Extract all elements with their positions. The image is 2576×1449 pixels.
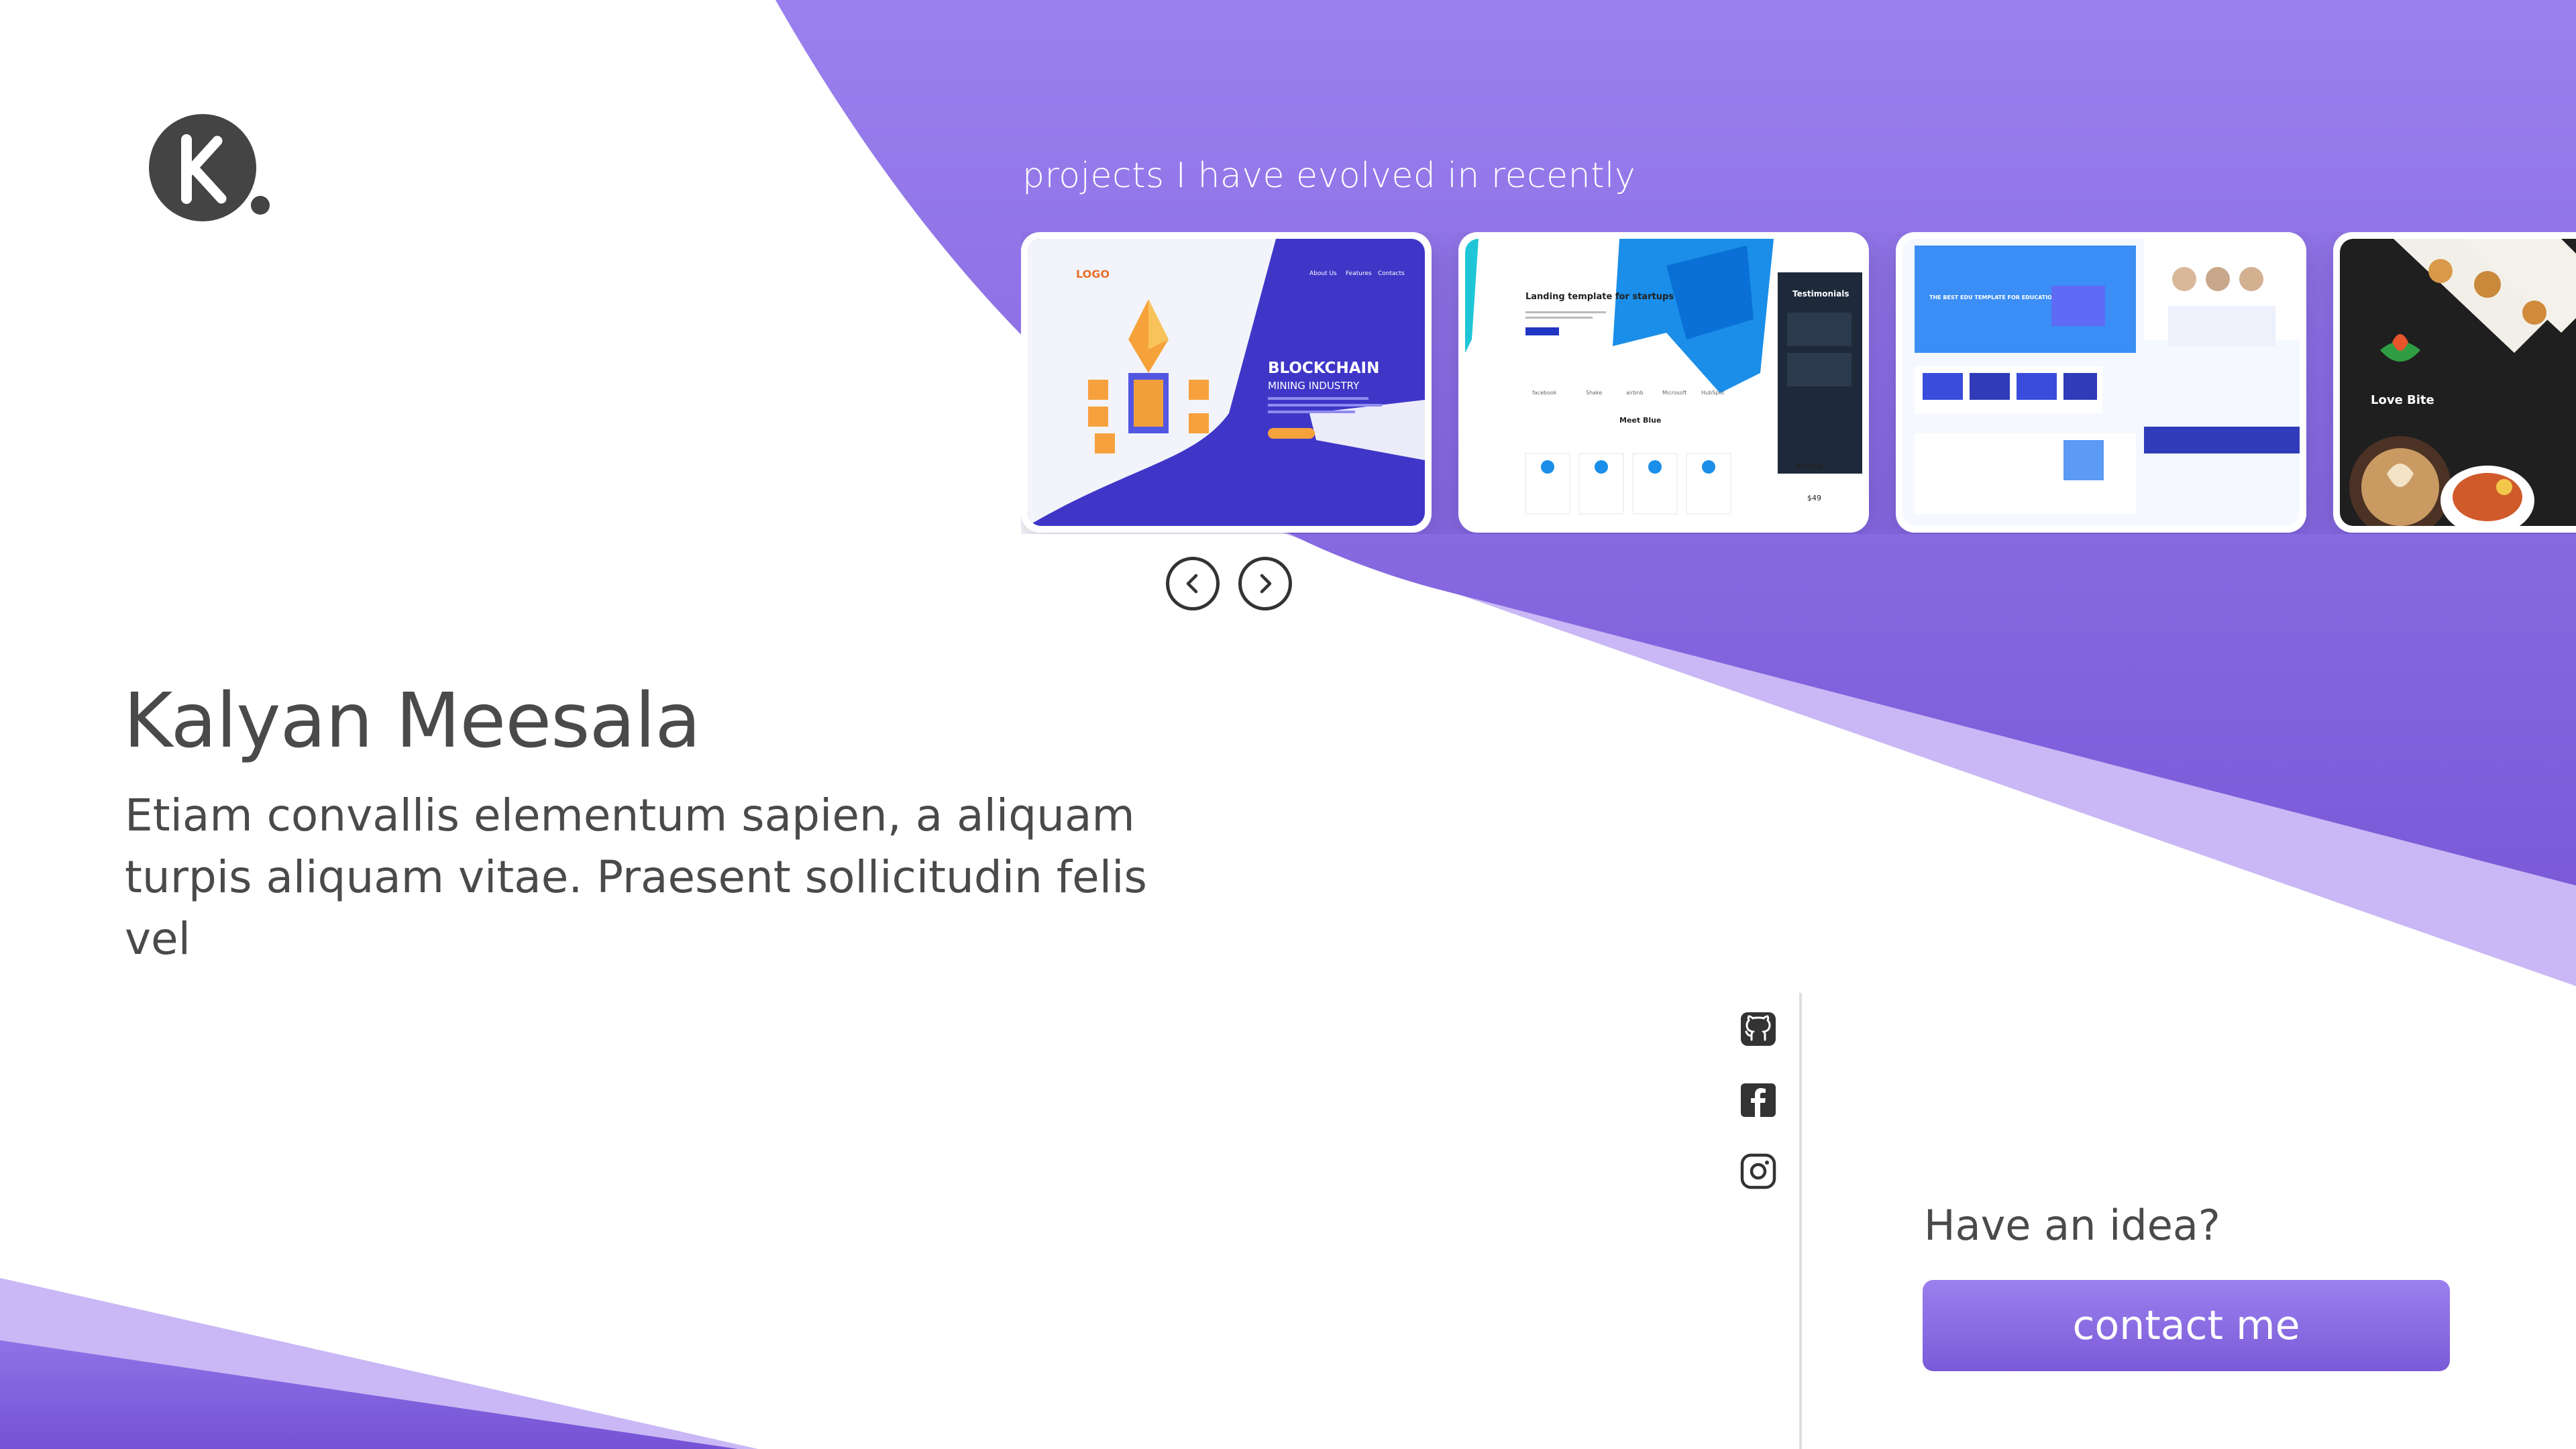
blockchain-title: BLOCKCHAIN [1268, 360, 1379, 377]
chevron-right-icon [1260, 574, 1272, 594]
profile-name: Kalyan Meesala [123, 678, 701, 765]
project-card-lovebite[interactable]: Love Bite [2333, 232, 2576, 533]
contact-button[interactable]: contact me [1923, 1280, 2450, 1371]
landing-client-4: HubSpot [1701, 390, 1724, 396]
lovebite-title: Love Bite [2371, 393, 2434, 407]
logo[interactable] [142, 113, 276, 227]
project-card-blockchain[interactable]: LOGO About Us Features Contacts BLOCKCHA… [1021, 232, 1432, 533]
facebook-icon [1741, 1083, 1776, 1117]
facebook-link[interactable] [1739, 1081, 1778, 1119]
blockchain-nav-2[interactable]: Contacts [1378, 270, 1405, 277]
blockchain-nav-0[interactable]: About Us [1309, 270, 1337, 277]
instagram-link[interactable] [1739, 1152, 1778, 1190]
landing-client-3: Microsoft [1662, 390, 1686, 396]
carousel-next-button[interactable] [1238, 557, 1292, 610]
blockchain-nav-1[interactable]: Features [1346, 270, 1372, 277]
carousel-prev-button[interactable] [1166, 557, 1220, 610]
landing-client-1: Shake [1586, 390, 1602, 396]
github-icon [1741, 1012, 1776, 1046]
projects-heading: projects I have evolved in recently [1022, 156, 1636, 196]
k-logo-icon [149, 114, 270, 221]
profile-bio-line-1: Etiam convallis elementum sapien, a aliq… [125, 790, 1135, 841]
landing-title: Landing template for startups [1525, 292, 1674, 302]
landing-pricing: Pricing [1796, 463, 1823, 470]
landing-section-title: Meet Blue [1619, 416, 1661, 425]
landing-client-0: facebook [1532, 390, 1557, 396]
github-link[interactable] [1739, 1010, 1778, 1048]
landing-client-2: airbnb [1626, 390, 1644, 396]
carousel-controls [1166, 557, 1292, 610]
blockchain-brand-label: LOGO [1076, 268, 1110, 280]
project-card-education[interactable]: THE BEST EDU TEMPLATE FOR EDUCATION IN 2… [1896, 232, 2306, 533]
profile-bio: Etiam convallis elementum sapien, a aliq… [125, 785, 1171, 970]
project-card-landing[interactable]: Testimonials Landing template for startu… [1458, 232, 1869, 533]
contact-prompt: Have an idea? [1924, 1201, 2220, 1250]
blockchain-subtitle: MINING INDUSTRY [1268, 380, 1360, 392]
social-links [1739, 1010, 1778, 1190]
landing-panel-title: Testimonials [1792, 289, 1849, 299]
profile-bio-line-2: turpis aliquam vitae. Praesent sollicitu… [125, 851, 1147, 965]
instagram-icon [1740, 1153, 1776, 1189]
landing-price: $49 [1807, 494, 1821, 502]
vertical-divider [1799, 993, 1802, 1449]
chevron-left-icon [1186, 574, 1198, 594]
projects-carousel: LOGO About Us Features Contacts BLOCKCHA… [1021, 232, 2576, 534]
